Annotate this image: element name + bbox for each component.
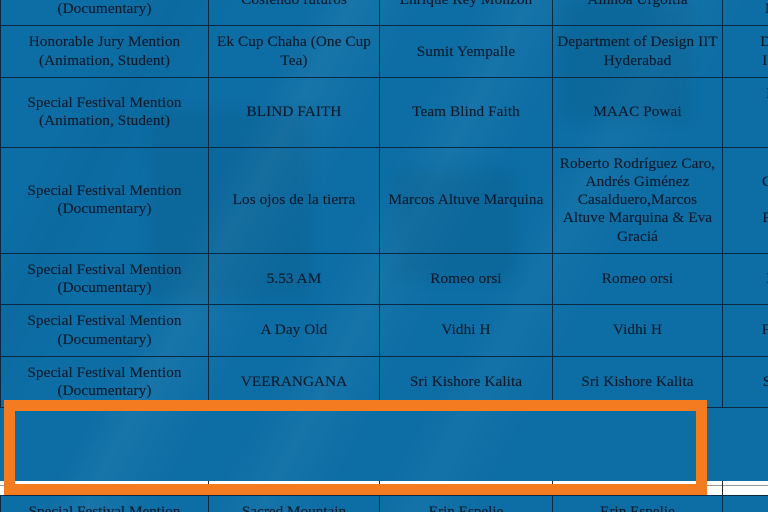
awards-table-continuation: Special Festival Mention Sacred Mountain… <box>0 494 768 512</box>
cell-director: Romeo orsi <box>379 252 553 306</box>
table-row: Special Festival Mention (Animation, Stu… <box>0 76 768 148</box>
cell-country: S.K. <box>722 355 768 409</box>
cell-award: Special Festival Mention <box>0 494 209 512</box>
cell-country: Depa IIT I <box>722 25 768 78</box>
cell-director: Sri Kishore Kalita <box>379 355 553 409</box>
cell-producer: MAAC Powai <box>552 76 723 148</box>
cell-director: Erin Espelie <box>379 494 553 512</box>
cell-film: Cosiendo futuros <box>208 0 380 27</box>
cell-country: Ma Ci <box>722 76 768 148</box>
cell-producer: Erin Espelie <box>552 494 723 512</box>
gap-tick <box>722 481 723 495</box>
award-line-2: (Animation, Student) <box>38 112 171 130</box>
award-line-1: Honorable Jury Mention <box>28 33 181 51</box>
cell-producer: Vidhi H <box>552 304 723 357</box>
cell-film: A Day Old <box>208 304 380 357</box>
table-row: Honorable Jury Mention (Documentary) Cos… <box>0 0 768 27</box>
cell-producer: Department of Design IIT Hyderabad <box>552 25 723 78</box>
cell-film: BLIND FAITH <box>208 76 380 148</box>
award-line-2: (Documentary) <box>57 381 152 399</box>
award-line-2: (Documentary) <box>57 279 152 297</box>
cell-award: Special Festival Mention (Documentary) <box>0 252 209 306</box>
cell-award: Special Festival Mention (Documentary) <box>0 355 209 409</box>
table-row: Special Festival Mention Sacred Mountain… <box>0 494 768 512</box>
table-row: Special Festival Mention (Documentary) L… <box>0 146 768 254</box>
page-gap-band <box>0 481 768 495</box>
cell-award: Special Festival Mention (Documentary) <box>0 146 209 254</box>
cell-director: Sumit Yempalle <box>379 25 553 78</box>
document-page: Honorable Jury Mention (Documentary) Cos… <box>0 0 768 512</box>
award-line-1: Special Festival Mention <box>27 181 182 199</box>
award-line-1: Special Festival Mention <box>27 363 182 381</box>
cell-film: Ek Cup Chaha (One Cup Tea) <box>208 25 380 78</box>
cell-country: B ME <box>722 0 768 27</box>
gap-tick <box>379 481 380 495</box>
award-line-1: Special Festival Mention <box>27 312 182 330</box>
cell-film: Sacred Mountain <box>208 494 380 512</box>
cell-director: Team Blind Faith <box>379 76 553 148</box>
cell-country: Ind <box>722 252 768 306</box>
award-line-1: Special Festival Mention <box>27 94 182 112</box>
award-line-1: Special Festival Mention <box>27 260 182 278</box>
cell-country: Cine Proc <box>722 146 768 254</box>
cell-producer: Roberto Rodríguez Caro, Andrés Giménez C… <box>552 146 723 254</box>
cell-award: Special Festival Mention (Animation, Stu… <box>0 76 209 148</box>
cell-producer: Romeo orsi <box>552 252 723 306</box>
cell-producer: Ainhoa Urgoitia <box>552 0 723 27</box>
gap-tick <box>552 481 553 495</box>
award-line-2: (Animation, Student) <box>38 51 171 69</box>
gap-tick <box>208 481 209 495</box>
gap-rule <box>0 485 768 486</box>
cell-director: Enrique Rey Monzon <box>379 0 553 27</box>
table-row: Special Festival Mention (Documentary) 5… <box>0 252 768 306</box>
cell-award: Honorable Jury Mention (Animation, Stude… <box>0 25 209 78</box>
table-row-highlighted: Special Festival Mention (Documentary) V… <box>0 355 768 409</box>
cell-country: In <box>722 494 768 512</box>
table-row: Special Festival Mention (Documentary) A… <box>0 304 768 357</box>
cell-country: Fly ( <box>722 304 768 357</box>
cell-director: Vidhi H <box>379 304 553 357</box>
award-line-2: (Documentary) <box>57 200 152 218</box>
award-line-2: (Documentary) <box>57 0 152 18</box>
cell-film: VEERANGANA <box>208 355 380 409</box>
cell-film: 5.53 AM <box>208 252 380 306</box>
cell-director: Marcos Altuve Marquina <box>379 146 553 254</box>
cell-producer: Sri Kishore Kalita <box>552 355 723 409</box>
award-line-2: (Documentary) <box>57 330 152 348</box>
cell-film: Los ojos de la tierra <box>208 146 380 254</box>
awards-table: Honorable Jury Mention (Documentary) Cos… <box>0 0 768 409</box>
table-row: Honorable Jury Mention (Animation, Stude… <box>0 25 768 78</box>
cell-award: Special Festival Mention (Documentary) <box>0 304 209 357</box>
cell-award: Honorable Jury Mention (Documentary) <box>0 0 209 27</box>
